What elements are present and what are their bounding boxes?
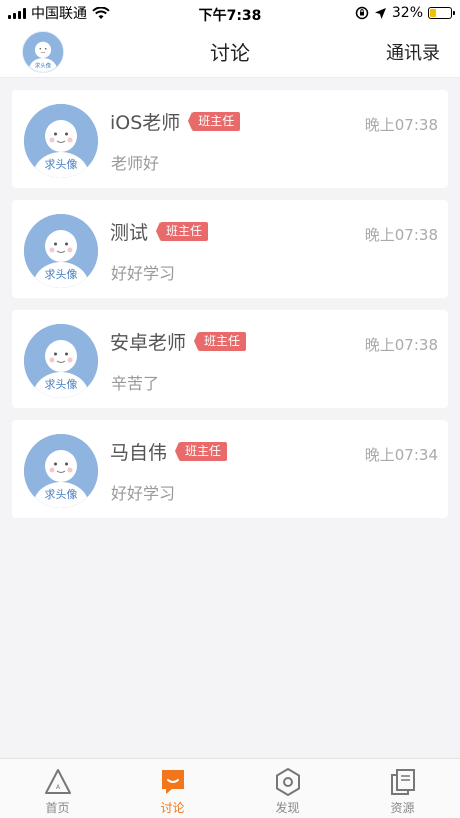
message-preview: 好好学习 <box>111 264 176 283</box>
conversation-list: 求头像 iOS老师 班主任 晚上07:38 老师好 求头像 测试 班主任 晚上0… <box>0 78 460 518</box>
svg-text:求头像: 求头像 <box>45 488 78 501</box>
contact-name: iOS老师 <box>110 112 181 134</box>
tab-label: 资源 <box>390 801 415 815</box>
avatar-illustration: 求头像 <box>23 32 63 72</box>
status-bar: 中国联通 下午7:38 32% <box>0 0 460 26</box>
conversation-item[interactable]: 求头像 安卓老师 班主任 晚上07:38 辛苦了 <box>12 310 448 408</box>
tab-label: 讨论 <box>160 801 185 815</box>
message-time: 晚上07:38 <box>364 336 438 354</box>
message-preview: 好好学习 <box>111 484 176 503</box>
message-time: 晚上07:38 <box>364 116 438 134</box>
role-badge: 班主任 <box>188 112 241 131</box>
tab-home[interactable]: A 首页 <box>0 759 115 818</box>
discover-hexagon-icon <box>275 768 300 796</box>
conversation-item[interactable]: 求头像 马自伟 班主任 晚上07:34 好好学习 <box>12 420 448 518</box>
conversation-item[interactable]: 求头像 iOS老师 班主任 晚上07:38 老师好 <box>12 90 448 188</box>
message-preview: 辛苦了 <box>111 374 160 393</box>
wifi-icon <box>92 6 110 19</box>
avatar: 求头像 <box>24 214 98 288</box>
tab-label: 首页 <box>45 801 70 815</box>
svg-text:A: A <box>55 784 60 791</box>
battery-level <box>430 9 437 17</box>
contact-name: 测试 <box>110 222 149 244</box>
role-badge: 班主任 <box>194 332 247 351</box>
avatar: 求头像 <box>24 104 98 178</box>
nav-bar: 求头像 讨论 通讯录 <box>0 26 460 78</box>
contact-name: 安卓老师 <box>110 332 187 354</box>
avatar: 求头像 <box>24 434 98 508</box>
avatar: 求头像 <box>24 324 98 398</box>
tab-resources[interactable]: 资源 <box>345 759 460 818</box>
chat-bubble-icon <box>161 770 184 794</box>
location-icon <box>374 7 386 19</box>
home-triangle-icon: A <box>44 769 71 794</box>
role-badge: 班主任 <box>156 222 209 241</box>
signal-icon <box>8 7 26 19</box>
battery-icon <box>428 7 455 19</box>
tab-discover[interactable]: 发现 <box>230 759 345 818</box>
orientation-lock-icon <box>355 6 369 20</box>
tab-discussion[interactable]: 讨论 <box>115 759 230 818</box>
tab-bar: A 首页 讨论 发现 资源 <box>0 758 460 818</box>
status-time: 下午7:38 <box>198 8 262 24</box>
message-preview: 老师好 <box>111 154 160 173</box>
conversation-item[interactable]: 求头像 测试 班主任 晚上07:38 好好学习 <box>12 200 448 298</box>
contacts-button[interactable]: 通讯录 <box>386 39 440 65</box>
svg-text:求头像: 求头像 <box>45 158 78 171</box>
page-title: 讨论 <box>210 41 250 65</box>
message-time: 晚上07:34 <box>364 446 438 464</box>
carrier-label: 中国联通 <box>31 6 87 22</box>
resources-copy-icon <box>390 769 415 795</box>
svg-text:求头像: 求头像 <box>45 268 78 281</box>
contact-name: 马自伟 <box>110 442 168 464</box>
profile-avatar[interactable]: 求头像 <box>22 31 64 73</box>
message-time: 晚上07:38 <box>364 226 438 244</box>
role-badge: 班主任 <box>175 442 228 461</box>
svg-text:求头像: 求头像 <box>45 378 78 391</box>
tab-label: 发现 <box>275 801 300 815</box>
battery-percent: 32% <box>391 5 423 21</box>
